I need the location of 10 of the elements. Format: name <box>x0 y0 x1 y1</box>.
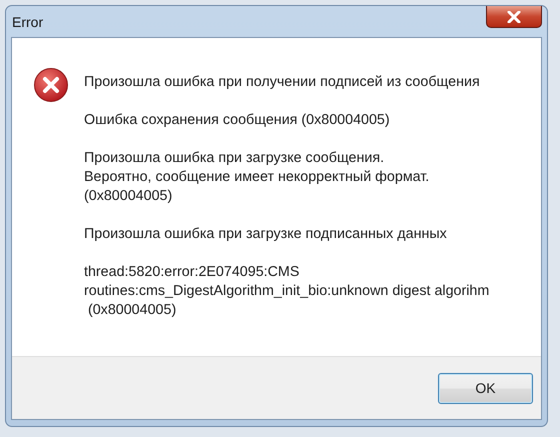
error-message: Ошибка сохранения сообщения (0x80004005) <box>84 111 391 130</box>
error-icon <box>33 67 69 103</box>
ok-button[interactable]: OK <box>438 372 533 404</box>
error-message: thread:5820:error:2E074095:CMS routines:cms_DigestAlgorithm_init_bio:unknown digest algorihm (0x80004005) <box>84 263 490 320</box>
close-icon <box>507 10 521 22</box>
close-button[interactable] <box>486 6 542 28</box>
error-message: Произошла ошибка при получении подписей из сообщения <box>84 73 481 92</box>
window-title: Error <box>12 14 44 30</box>
error-message: Произошла ошибка при загрузке подписанных данных <box>84 225 448 244</box>
error-message: Произошла ошибка при загрузке сообщения. Вероятно, сообщение имеет некорректный формат. (0x80004005) <box>84 149 430 206</box>
